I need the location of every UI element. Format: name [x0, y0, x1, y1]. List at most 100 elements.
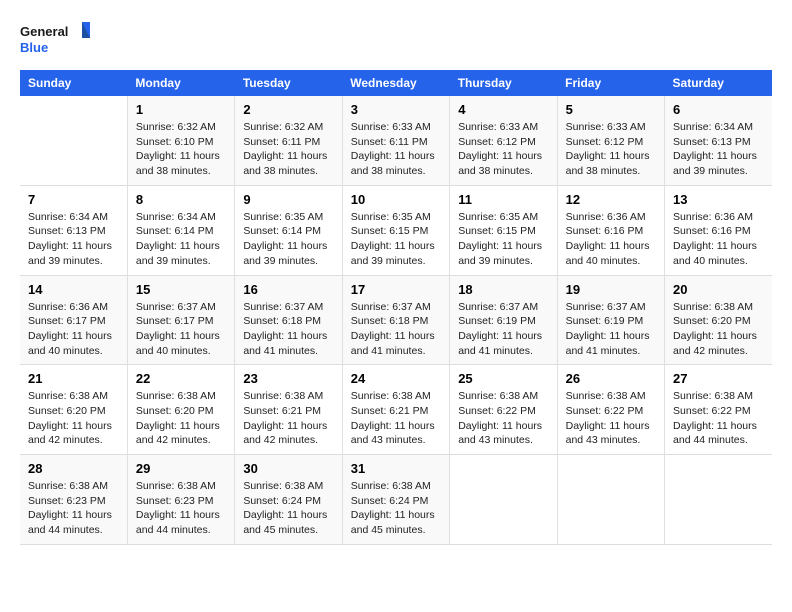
header-row: SundayMondayTuesdayWednesdayThursdayFrid… — [20, 70, 772, 96]
day-number: 29 — [136, 461, 226, 476]
day-info: Sunrise: 6:38 AM Sunset: 6:23 PM Dayligh… — [136, 479, 226, 538]
day-number: 10 — [351, 192, 441, 207]
day-info: Sunrise: 6:33 AM Sunset: 6:11 PM Dayligh… — [351, 120, 441, 179]
calendar-cell — [665, 455, 772, 545]
calendar-cell: 20 Sunrise: 6:38 AM Sunset: 6:20 PM Dayli… — [665, 275, 772, 365]
svg-text:General: General — [20, 24, 68, 39]
day-info: Sunrise: 6:32 AM Sunset: 6:10 PM Dayligh… — [136, 120, 226, 179]
calendar-cell: 5 Sunrise: 6:33 AM Sunset: 6:12 PM Daylig… — [557, 96, 664, 185]
calendar-header: SundayMondayTuesdayWednesdayThursdayFrid… — [20, 70, 772, 96]
day-info: Sunrise: 6:36 AM Sunset: 6:16 PM Dayligh… — [673, 210, 764, 269]
day-number: 30 — [243, 461, 333, 476]
calendar-cell: 17Sunrise: 6:37 AM Sunset: 6:18 PM Dayli… — [342, 275, 449, 365]
calendar-cell: 1 Sunrise: 6:32 AM Sunset: 6:10 PM Daylig… — [127, 96, 234, 185]
calendar-cell: 22 Sunrise: 6:38 AM Sunset: 6:20 PM Dayli… — [127, 365, 234, 455]
day-number: 7 — [28, 192, 119, 207]
day-info: Sunrise: 6:38 AM Sunset: 6:24 PM Dayligh… — [351, 479, 441, 538]
calendar-cell — [557, 455, 664, 545]
header-cell-monday: Monday — [127, 70, 234, 96]
day-info: Sunrise: 6:37 AM Sunset: 6:19 PM Dayligh… — [566, 300, 656, 359]
day-info: Sunrise: 6:38 AM Sunset: 6:20 PM Dayligh… — [673, 300, 764, 359]
header-cell-wednesday: Wednesday — [342, 70, 449, 96]
day-number: 18 — [458, 282, 548, 297]
day-number: 14 — [28, 282, 119, 297]
day-number: 6 — [673, 102, 764, 117]
day-number: 27 — [673, 371, 764, 386]
day-number: 25 — [458, 371, 548, 386]
day-info: Sunrise: 6:34 AM Sunset: 6:14 PM Dayligh… — [136, 210, 226, 269]
calendar-cell: 13 Sunrise: 6:36 AM Sunset: 6:16 PM Dayli… — [665, 185, 772, 275]
day-info: Sunrise: 6:37 AM Sunset: 6:18 PM Dayligh… — [243, 300, 333, 359]
day-number: 3 — [351, 102, 441, 117]
week-row-2: 14 Sunrise: 6:36 AM Sunset: 6:17 PM Dayli… — [20, 275, 772, 365]
day-info: Sunrise: 6:35 AM Sunset: 6:15 PM Dayligh… — [351, 210, 441, 269]
day-number: 16 — [243, 282, 333, 297]
header-cell-saturday: Saturday — [665, 70, 772, 96]
day-number: 24 — [351, 371, 441, 386]
day-number: 11 — [458, 192, 548, 207]
day-number: 2 — [243, 102, 333, 117]
day-info: Sunrise: 6:32 AM Sunset: 6:11 PM Dayligh… — [243, 120, 333, 179]
calendar-cell: 12Sunrise: 6:36 AM Sunset: 6:16 PM Dayli… — [557, 185, 664, 275]
calendar-cell: 26 Sunrise: 6:38 AM Sunset: 6:22 PM Dayli… — [557, 365, 664, 455]
header-cell-sunday: Sunday — [20, 70, 127, 96]
calendar-cell: 15Sunrise: 6:37 AM Sunset: 6:17 PM Dayli… — [127, 275, 234, 365]
day-number: 23 — [243, 371, 333, 386]
page-header: General Blue — [20, 20, 772, 60]
calendar-cell: 31 Sunrise: 6:38 AM Sunset: 6:24 PM Dayli… — [342, 455, 449, 545]
week-row-3: 21 Sunrise: 6:38 AM Sunset: 6:20 PM Dayli… — [20, 365, 772, 455]
day-info: Sunrise: 6:38 AM Sunset: 6:21 PM Dayligh… — [243, 389, 333, 448]
day-number: 31 — [351, 461, 441, 476]
day-info: Sunrise: 6:38 AM Sunset: 6:22 PM Dayligh… — [673, 389, 764, 448]
calendar-cell: 23 Sunrise: 6:38 AM Sunset: 6:21 PM Dayli… — [235, 365, 342, 455]
day-number: 19 — [566, 282, 656, 297]
calendar-cell: 4Sunrise: 6:33 AM Sunset: 6:12 PM Daylig… — [450, 96, 557, 185]
calendar-body: 1 Sunrise: 6:32 AM Sunset: 6:10 PM Daylig… — [20, 96, 772, 544]
day-info: Sunrise: 6:37 AM Sunset: 6:17 PM Dayligh… — [136, 300, 226, 359]
svg-text:Blue: Blue — [20, 40, 48, 55]
day-info: Sunrise: 6:33 AM Sunset: 6:12 PM Dayligh… — [458, 120, 548, 179]
logo: General Blue — [20, 20, 90, 60]
day-number: 13 — [673, 192, 764, 207]
week-row-4: 28Sunrise: 6:38 AM Sunset: 6:23 PM Dayli… — [20, 455, 772, 545]
calendar-cell: 21Sunrise: 6:38 AM Sunset: 6:20 PM Dayli… — [20, 365, 127, 455]
calendar-cell: 3 Sunrise: 6:33 AM Sunset: 6:11 PM Daylig… — [342, 96, 449, 185]
day-number: 12 — [566, 192, 656, 207]
day-info: Sunrise: 6:33 AM Sunset: 6:12 PM Dayligh… — [566, 120, 656, 179]
day-info: Sunrise: 6:38 AM Sunset: 6:22 PM Dayligh… — [566, 389, 656, 448]
day-info: Sunrise: 6:34 AM Sunset: 6:13 PM Dayligh… — [28, 210, 119, 269]
day-number: 20 — [673, 282, 764, 297]
day-info: Sunrise: 6:38 AM Sunset: 6:24 PM Dayligh… — [243, 479, 333, 538]
calendar-cell — [20, 96, 127, 185]
day-info: Sunrise: 6:34 AM Sunset: 6:13 PM Dayligh… — [673, 120, 764, 179]
calendar-cell: 24Sunrise: 6:38 AM Sunset: 6:21 PM Dayli… — [342, 365, 449, 455]
day-info: Sunrise: 6:36 AM Sunset: 6:17 PM Dayligh… — [28, 300, 119, 359]
calendar-cell: 28Sunrise: 6:38 AM Sunset: 6:23 PM Dayli… — [20, 455, 127, 545]
header-cell-tuesday: Tuesday — [235, 70, 342, 96]
calendar-cell: 6 Sunrise: 6:34 AM Sunset: 6:13 PM Daylig… — [665, 96, 772, 185]
calendar-cell: 25Sunrise: 6:38 AM Sunset: 6:22 PM Dayli… — [450, 365, 557, 455]
calendar-cell: 19 Sunrise: 6:37 AM Sunset: 6:19 PM Dayli… — [557, 275, 664, 365]
day-number: 9 — [243, 192, 333, 207]
calendar-cell: 9 Sunrise: 6:35 AM Sunset: 6:14 PM Daylig… — [235, 185, 342, 275]
day-number: 26 — [566, 371, 656, 386]
calendar-cell: 27 Sunrise: 6:38 AM Sunset: 6:22 PM Dayli… — [665, 365, 772, 455]
day-number: 5 — [566, 102, 656, 117]
calendar-cell: 29 Sunrise: 6:38 AM Sunset: 6:23 PM Dayli… — [127, 455, 234, 545]
week-row-1: 7 Sunrise: 6:34 AM Sunset: 6:13 PM Daylig… — [20, 185, 772, 275]
calendar-cell: 8 Sunrise: 6:34 AM Sunset: 6:14 PM Daylig… — [127, 185, 234, 275]
week-row-0: 1 Sunrise: 6:32 AM Sunset: 6:10 PM Daylig… — [20, 96, 772, 185]
day-number: 21 — [28, 371, 119, 386]
calendar-cell: 2 Sunrise: 6:32 AM Sunset: 6:11 PM Daylig… — [235, 96, 342, 185]
calendar-cell: 10 Sunrise: 6:35 AM Sunset: 6:15 PM Dayli… — [342, 185, 449, 275]
calendar-cell: 14 Sunrise: 6:36 AM Sunset: 6:17 PM Dayli… — [20, 275, 127, 365]
day-number: 22 — [136, 371, 226, 386]
calendar-cell: 18Sunrise: 6:37 AM Sunset: 6:19 PM Dayli… — [450, 275, 557, 365]
day-info: Sunrise: 6:35 AM Sunset: 6:14 PM Dayligh… — [243, 210, 333, 269]
day-info: Sunrise: 6:37 AM Sunset: 6:18 PM Dayligh… — [351, 300, 441, 359]
calendar-cell: 16 Sunrise: 6:37 AM Sunset: 6:18 PM Dayli… — [235, 275, 342, 365]
day-number: 8 — [136, 192, 226, 207]
day-info: Sunrise: 6:38 AM Sunset: 6:20 PM Dayligh… — [136, 389, 226, 448]
day-number: 1 — [136, 102, 226, 117]
day-info: Sunrise: 6:38 AM Sunset: 6:23 PM Dayligh… — [28, 479, 119, 538]
